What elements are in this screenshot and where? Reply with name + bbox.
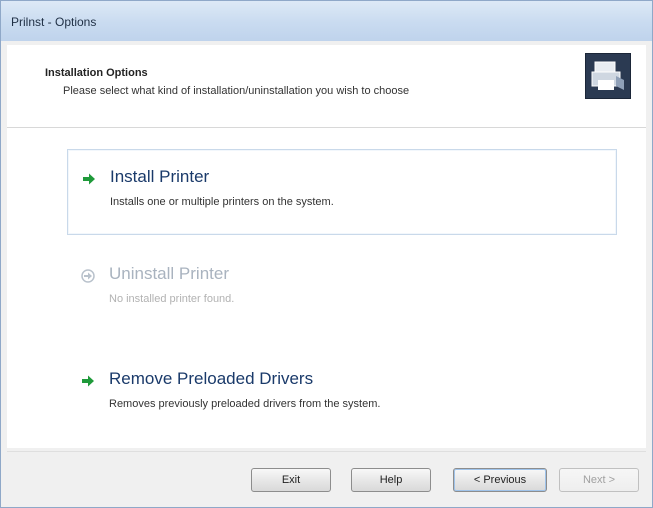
option-description: Removes previously preloaded drivers fro… bbox=[109, 398, 381, 410]
option-remove-preloaded-drivers[interactable]: Remove Preloaded Drivers Removes previou… bbox=[67, 352, 617, 438]
title-bar[interactable]: Prilnst - Options bbox=[1, 1, 652, 41]
option-uninstall-printer: Uninstall Printer No installed printer f… bbox=[67, 247, 617, 333]
help-button[interactable]: Help bbox=[351, 468, 431, 492]
green-arrow-icon bbox=[81, 374, 95, 388]
option-title: Install Printer bbox=[110, 167, 210, 186]
next-button: Next > bbox=[559, 468, 639, 492]
option-install-printer[interactable]: Install Printer Installs one or multiple… bbox=[67, 149, 617, 235]
dialog-header: Installation Options Please select what … bbox=[7, 45, 646, 128]
option-title: Uninstall Printer bbox=[109, 264, 229, 283]
header-subtitle: Please select what kind of installation/… bbox=[63, 85, 410, 97]
disabled-arrow-icon bbox=[81, 269, 95, 283]
printer-logo-icon bbox=[585, 53, 631, 99]
window-title: Prilnst - Options bbox=[11, 15, 97, 29]
header-title: Installation Options bbox=[45, 67, 148, 79]
option-title: Remove Preloaded Drivers bbox=[109, 369, 314, 388]
previous-button[interactable]: < Previous bbox=[453, 468, 547, 492]
green-arrow-icon bbox=[82, 172, 96, 186]
exit-button[interactable]: Exit bbox=[251, 468, 331, 492]
option-description: Installs one or multiple printers on the… bbox=[110, 196, 334, 208]
option-description: No installed printer found. bbox=[109, 293, 235, 305]
button-bar: Exit Help < Previous Next > bbox=[7, 451, 646, 504]
options-panel: Install Printer Installs one or multiple… bbox=[7, 128, 646, 448]
installer-window: Prilnst - Options Installation Options P… bbox=[0, 0, 653, 508]
